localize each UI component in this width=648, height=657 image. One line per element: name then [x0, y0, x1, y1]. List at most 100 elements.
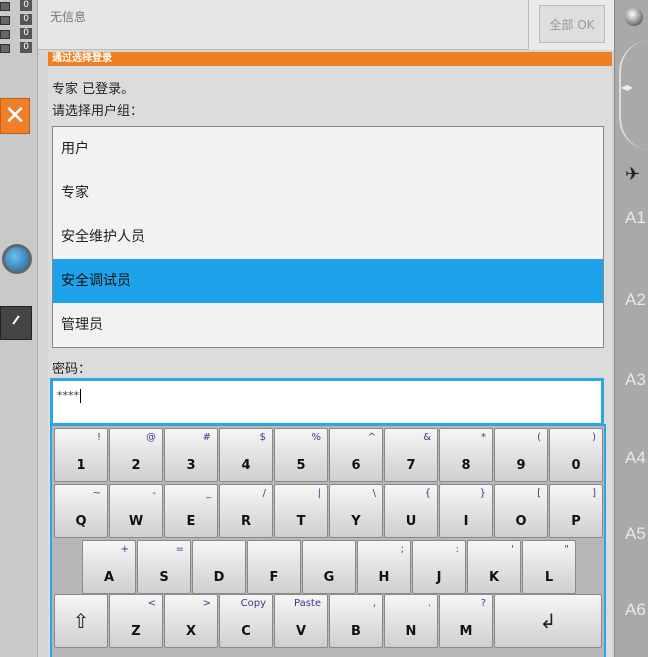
key-c[interactable]: Copy C [219, 594, 273, 648]
clock-icon[interactable] [0, 306, 32, 340]
key-shift-label: ] [592, 488, 596, 499]
axis-label-a4[interactable]: A4 [625, 448, 646, 468]
key-shift-label: ^ [367, 432, 376, 443]
key-label: 9 [516, 458, 526, 473]
counter-icon [0, 16, 10, 25]
key-r[interactable]: / R [219, 484, 273, 538]
key-label: 4 [241, 458, 251, 473]
key-h[interactable]: ; H [357, 540, 411, 594]
axis-label-a6[interactable]: A6 [625, 600, 646, 620]
key-shift-label: ? [480, 598, 486, 609]
logged-in-status: 专家 已登录。 [52, 82, 135, 97]
key-b[interactable]: ,B [329, 594, 383, 648]
close-dialog-button[interactable]: ✕ [0, 98, 30, 134]
key-label: B [351, 624, 361, 639]
group-item-expert[interactable]: 专家 [53, 171, 603, 215]
group-item-administrator[interactable]: 管理员 [53, 303, 603, 347]
globe-icon[interactable] [625, 8, 643, 26]
key-shift-label: , [372, 598, 376, 609]
axis-label-a5[interactable]: A5 [625, 524, 646, 544]
key-y[interactable]: \ Y [329, 484, 383, 538]
key-u[interactable]: {U [384, 484, 438, 538]
key-shift-label: " [564, 544, 569, 555]
key-label: J [436, 570, 442, 585]
key-i[interactable]: } I [439, 484, 493, 538]
message-window: 无信息 全部 OK [38, 0, 614, 50]
key-k[interactable]: ' K [467, 540, 521, 594]
key-7[interactable]: & 7 [384, 428, 438, 482]
key-n[interactable]: .N [384, 594, 438, 648]
key-label: 1 [76, 458, 86, 473]
space-mouse-control[interactable] [619, 40, 648, 150]
key-shift-label: ; [400, 544, 404, 555]
key-x[interactable]: > X [164, 594, 218, 648]
key-label: E [186, 514, 196, 529]
key-label: H [378, 570, 390, 585]
key-label: X [185, 624, 197, 639]
enter-key[interactable]: ↲ [494, 594, 602, 648]
key-label: 2 [131, 458, 141, 473]
axis-label-a3[interactable]: A3 [625, 370, 646, 390]
key-j[interactable]: :J [412, 540, 466, 594]
key-q[interactable]: ~ Q [54, 484, 108, 538]
key-g[interactable]: G [302, 540, 356, 594]
key-shift-label: + [120, 544, 129, 555]
key-e[interactable]: _ E [164, 484, 218, 538]
key-label: I [463, 514, 469, 529]
key-shift-label: : [455, 544, 459, 555]
key-z[interactable]: < Z [109, 594, 163, 648]
key-2[interactable]: @2 [109, 428, 163, 482]
key-t[interactable]: | T [274, 484, 328, 538]
key-label: 3 [186, 458, 196, 473]
key-label: L [544, 570, 554, 585]
key-shift-label: Paste [294, 598, 321, 609]
key-label: F [269, 570, 279, 585]
close-icon: ✕ [4, 101, 26, 131]
key-3[interactable]: #3 [164, 428, 218, 482]
key-shift-label: - [152, 488, 156, 499]
key-6[interactable]: ^ 6 [329, 428, 383, 482]
key-9[interactable]: (9 [494, 428, 548, 482]
key-8[interactable]: * 8 [439, 428, 493, 482]
key-shift-label: % [311, 432, 321, 443]
key-label: 8 [461, 458, 471, 473]
key-5[interactable]: % 5 [274, 428, 328, 482]
key-shift-label: ) [592, 432, 596, 443]
ack-all-button[interactable]: 全部 OK [539, 5, 605, 43]
user-group-list: 用户 专家 安全维护人员 安全调试员 管理员 [52, 126, 604, 348]
axis-label-a2[interactable]: A2 [625, 290, 646, 310]
key-w[interactable]: -W [109, 484, 163, 538]
key-v[interactable]: Paste V [274, 594, 328, 648]
group-item-user[interactable]: 用户 [53, 127, 603, 171]
shift-key[interactable]: ⇧ [54, 594, 108, 648]
password-input[interactable]: **** [50, 378, 604, 426]
tool-icon[interactable]: ✈ [625, 164, 640, 185]
key-label: 7 [406, 458, 416, 473]
key-s[interactable]: = S [137, 540, 191, 594]
key-label: K [488, 570, 500, 585]
key-p[interactable]: ] P [549, 484, 603, 538]
key-f[interactable]: F [247, 540, 301, 594]
key-m[interactable]: ? M [439, 594, 493, 648]
robot-settings-icon[interactable] [2, 244, 32, 274]
key-shift-label: } [479, 488, 486, 499]
key-label: 6 [351, 458, 361, 473]
key-o[interactable]: [O [494, 484, 548, 538]
message-text: 无信息 [50, 10, 87, 24]
group-item-safety-recovery[interactable]: 安全调试员 [53, 259, 603, 303]
key-label: G [323, 570, 335, 585]
key-shift-label: & [423, 432, 431, 443]
key-0[interactable]: ) 0 [549, 428, 603, 482]
key-shift-label: | [317, 488, 321, 499]
key-a[interactable]: + A [82, 540, 136, 594]
key-label: 0 [571, 458, 581, 473]
key-label: C [241, 624, 251, 639]
axis-label-a1[interactable]: A1 [625, 208, 646, 228]
key-4[interactable]: $4 [219, 428, 273, 482]
key-l[interactable]: " L [522, 540, 576, 594]
enter-icon: ↲ [539, 609, 557, 633]
group-item-safety-maintenance[interactable]: 安全维护人员 [53, 215, 603, 259]
key-shift-label: ~ [92, 488, 101, 499]
key-1[interactable]: ! 1 [54, 428, 108, 482]
key-d[interactable]: D [192, 540, 246, 594]
